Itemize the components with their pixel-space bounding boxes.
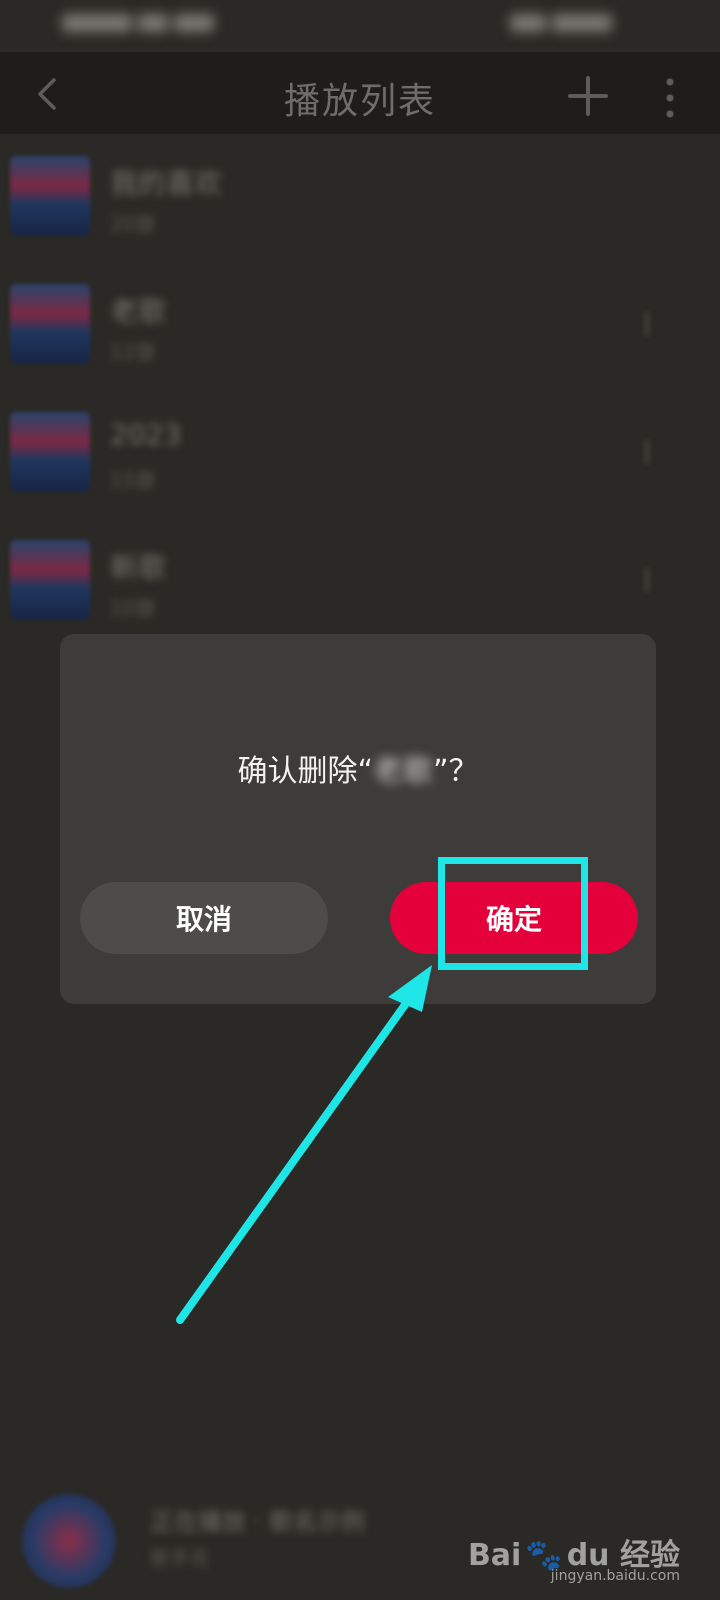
list-item[interactable]: 我的喜欢 20首 bbox=[0, 134, 720, 262]
playlist-cover bbox=[10, 412, 90, 492]
playlist-title: 我的喜欢 bbox=[110, 167, 223, 200]
item-more-icon[interactable] bbox=[644, 568, 650, 592]
now-playing-artist: 歌手名 bbox=[150, 1546, 210, 1570]
playlist-name-blurred: 老歌 bbox=[373, 754, 433, 789]
list-item[interactable]: 2023 15首 bbox=[0, 390, 720, 518]
playlist-count: 15首 bbox=[110, 468, 156, 492]
playlist-cover bbox=[10, 156, 90, 236]
top-app-bar: 播放列表 bbox=[0, 52, 720, 134]
add-playlist-button[interactable] bbox=[568, 76, 608, 116]
carrier-info bbox=[62, 14, 262, 38]
playlist-title: 2023 bbox=[110, 418, 182, 451]
message-prefix: 确认删除“ bbox=[237, 754, 373, 789]
playlist-title: 老歌 bbox=[110, 295, 167, 328]
message-suffix: ”？ bbox=[433, 754, 479, 789]
album-art bbox=[22, 1494, 116, 1588]
cancel-button[interactable]: 取消 bbox=[80, 882, 328, 954]
playlist-cover bbox=[10, 540, 90, 620]
plus-icon bbox=[568, 76, 608, 116]
list-item[interactable]: 新歌 10首 bbox=[0, 518, 720, 646]
item-more-icon[interactable] bbox=[644, 440, 650, 464]
highlight-box bbox=[438, 857, 588, 970]
page-title: 播放列表 bbox=[283, 81, 436, 122]
playlist-title: 新歌 bbox=[110, 551, 167, 584]
playlist-cover bbox=[10, 284, 90, 364]
playlist-count: 10首 bbox=[110, 596, 156, 620]
more-vertical-icon bbox=[666, 78, 674, 118]
watermark-url: jingyan.baidu.com bbox=[550, 1568, 680, 1584]
playlist-count: 12首 bbox=[110, 340, 156, 364]
more-options-button[interactable] bbox=[660, 76, 680, 120]
playlist-count: 20首 bbox=[110, 212, 156, 236]
status-icons bbox=[510, 14, 660, 36]
status-bar bbox=[0, 0, 720, 52]
now-playing-title: 正在播放 · 歌名示例 bbox=[150, 1508, 365, 1536]
dialog-message: 确认删除“老歌”？ bbox=[60, 746, 656, 790]
list-item[interactable]: 老歌 12首 bbox=[0, 262, 720, 390]
item-more-icon[interactable] bbox=[644, 312, 650, 336]
app-screen: 播放列表 我的喜欢 20首 老歌 12首 2023 15首 新歌 10首 正在播… bbox=[0, 0, 720, 1600]
